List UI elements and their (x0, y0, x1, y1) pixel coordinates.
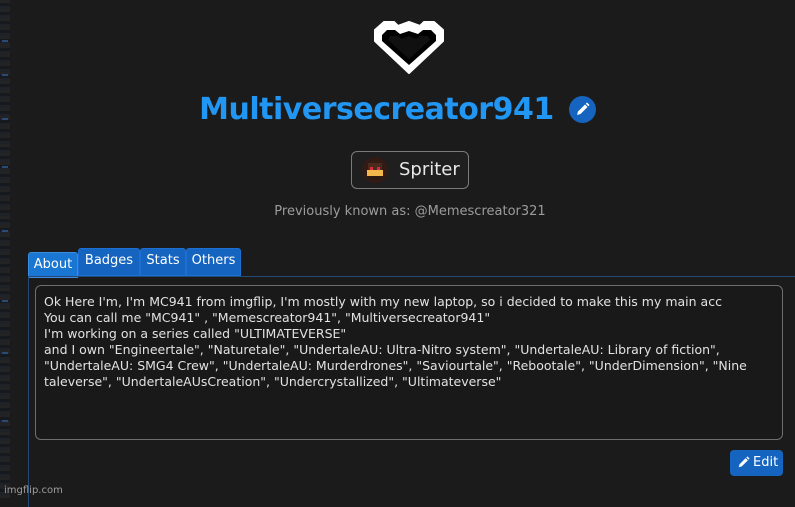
bio-line: Ok Here I'm, I'm MC941 from imgflip, I'm… (44, 294, 722, 309)
edit-username-button[interactable] (568, 96, 596, 123)
role-badge: Spriter (351, 151, 469, 189)
bio-line: "UndertaleAU: SMG4 Crew", "UndertaleAU: … (44, 358, 747, 373)
edit-label: Edit (753, 455, 779, 470)
username-title: Multiversecreator941 (199, 92, 554, 127)
avatar (362, 157, 388, 183)
bio-line: I'm working on a series called "ULTIMATE… (44, 326, 347, 341)
imgflip-watermark: imgflip.com (4, 485, 63, 496)
edit-button[interactable]: Edit (730, 450, 783, 476)
bio-line: You can call me "MC941" , "Memescreator9… (44, 310, 491, 325)
bio-textbox: Ok Here I'm, I'm MC941 from imgflip, I'm… (35, 285, 783, 440)
tab-badges[interactable]: Badges (78, 248, 140, 276)
bio-line: and I own "Engineertale", "Naturetale", … (44, 342, 720, 357)
profile-header: Multiversecreator941 (0, 92, 795, 127)
previous-username: Previously known as: @Memescreator321 (274, 204, 546, 219)
pencil-icon (738, 456, 750, 468)
role-label: Spriter (399, 159, 460, 180)
tab-stats[interactable]: Stats (140, 248, 186, 276)
left-edge-strip (0, 0, 10, 499)
bio-line: taleverse", "UndertaleAUsCreation", "Und… (44, 374, 502, 389)
tab-about[interactable]: About (28, 252, 78, 278)
tab-others[interactable]: Others (186, 248, 241, 276)
pencil-icon (576, 102, 590, 115)
heart-logo-icon (372, 16, 446, 78)
